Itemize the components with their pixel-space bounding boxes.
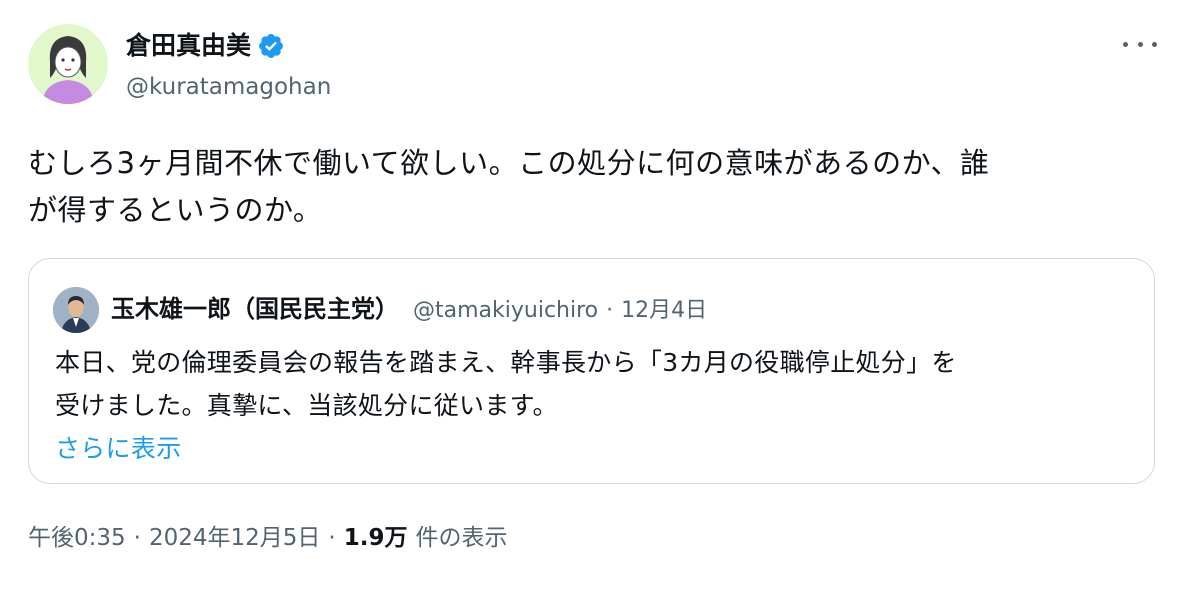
- views-label: 件の表示: [415, 525, 508, 551]
- quote-text-line: 本日、党の倫理委員会の報告を踏まえ、幹事長から「3カ月の役職停止処分」を: [55, 348, 957, 377]
- quote-author-handle[interactable]: @tamakiyuichiro: [413, 295, 598, 327]
- quote-author-name[interactable]: 玉木雄一郎（国民民主党）: [111, 293, 399, 325]
- quote-header: 玉木雄一郎（国民民主党） @tamakiyuichiro · 12月4日: [111, 293, 707, 327]
- author-handle[interactable]: @kuratamagohan: [126, 72, 331, 102]
- show-more-link[interactable]: さらに表示: [55, 427, 1135, 470]
- quote-avatar-photo: [53, 287, 99, 333]
- author-avatar[interactable]: [28, 24, 108, 104]
- tweet-meta: 午後0:35 · 2024年12月5日 · 1.9万 件の表示: [28, 522, 507, 554]
- tweet-date[interactable]: 2024年12月5日: [149, 522, 320, 554]
- verified-badge-icon: [259, 34, 283, 58]
- author-name-text[interactable]: 倉田真由美: [126, 30, 251, 62]
- meta-separator: ·: [133, 525, 141, 551]
- tweet-time[interactable]: 午後0:35: [28, 522, 126, 554]
- quoted-tweet[interactable]: 玉木雄一郎（国民民主党） @tamakiyuichiro · 12月4日 本日、…: [28, 258, 1155, 484]
- quote-separator: ·: [606, 298, 614, 323]
- meta-separator: ·: [328, 525, 336, 551]
- more-dot: [1137, 41, 1143, 47]
- quote-author-avatar[interactable]: [53, 287, 99, 333]
- tweet-text: むしろ3ヶ月間不休で働いて欲しい。この処分に何の意味があるのか、誰 が得するとい…: [28, 140, 1153, 234]
- quote-text-line: 受けました。真摯に、当該処分に従います。: [55, 391, 558, 420]
- avatar-illustration: [28, 24, 108, 104]
- tweet-text-line: が得するというのか。: [28, 193, 323, 227]
- tweet-text-line: むしろ3ヶ月間不休で働いて欲しい。この処分に何の意味があるのか、誰: [28, 146, 990, 180]
- tweet-card: 倉田真由美 @kuratamagohan むしろ3ヶ月間不休で働いて欲しい。この…: [0, 0, 1187, 592]
- author-name[interactable]: 倉田真由美: [126, 30, 285, 62]
- quote-text: 本日、党の倫理委員会の報告を踏まえ、幹事長から「3カ月の役職停止処分」を 受けま…: [55, 341, 1135, 470]
- more-horizontal-icon[interactable]: [1123, 34, 1157, 54]
- views-count: 1.9万: [343, 525, 408, 551]
- quote-date[interactable]: 12月4日: [621, 295, 707, 327]
- more-dot: [1152, 41, 1157, 47]
- more-dot: [1123, 41, 1128, 47]
